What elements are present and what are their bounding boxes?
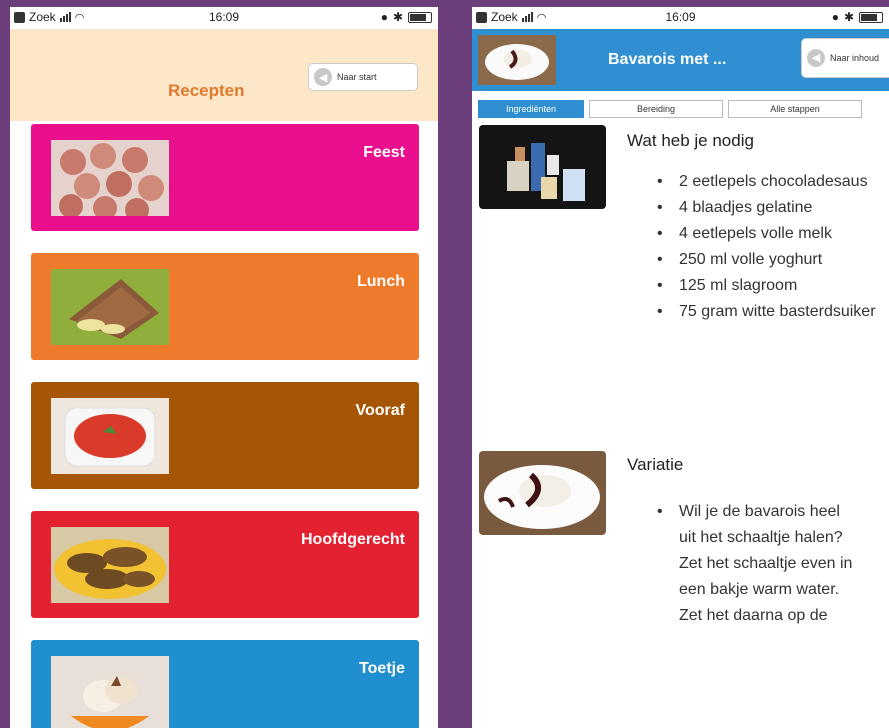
- bluetooth-icon: ✱: [843, 10, 854, 24]
- category-vooraf[interactable]: Vooraf: [31, 382, 419, 489]
- bluetooth-icon: ✱: [392, 10, 403, 24]
- recipes-screen: Zoek ◠ 16:09 ● ✱ Recepten ◀ Naar start F…: [10, 7, 438, 728]
- battery-icon: [408, 11, 432, 23]
- alarm-icon: ●: [831, 10, 839, 24]
- status-bar: Zoek ◠ 16:09 ● ✱: [472, 7, 889, 29]
- variation-list: Wil je de bavarois heel uit het schaaltj…: [657, 499, 857, 629]
- page-title: Recepten: [168, 81, 245, 100]
- variation-title: Variatie: [627, 455, 684, 474]
- recipe-thumbnail: [478, 35, 556, 85]
- tab-alle-stappen[interactable]: Alle stappen: [728, 100, 862, 118]
- category-lunch[interactable]: Lunch: [31, 253, 419, 360]
- list-item: 2 eetlepels chocoladesaus: [657, 169, 887, 195]
- list-item: 4 blaadjes gelatine: [657, 195, 887, 221]
- ingredients-title: Wat heb je nodig: [627, 131, 754, 150]
- list-item: Wil je de bavarois heel uit het schaaltj…: [657, 499, 857, 629]
- nav-bar: Bavarois met ... ◀ Naar inhoud: [472, 29, 889, 91]
- category-hoofdgerecht[interactable]: Hoofdgerecht: [31, 511, 419, 618]
- tab-ingredienten[interactable]: Ingrediënten: [478, 100, 584, 118]
- variation-image: [479, 451, 606, 535]
- list-item: 125 ml slagroom: [657, 273, 887, 299]
- list-item: 4 eetlepels volle melk: [657, 221, 887, 247]
- battery-icon: [859, 11, 883, 23]
- category-label: Vooraf: [355, 402, 405, 419]
- page-title: Bavarois met ...: [608, 51, 727, 68]
- naar-start-button[interactable]: ◀ Naar start: [308, 63, 418, 91]
- feest-image: [51, 140, 169, 216]
- category-toetje[interactable]: Toetje: [31, 640, 419, 728]
- naar-start-label: Naar start: [337, 72, 377, 82]
- back-arrow-icon: ◀: [807, 49, 825, 67]
- category-feest[interactable]: Feest: [31, 124, 419, 231]
- category-label: Hoofdgerecht: [301, 531, 405, 548]
- tab-bereiding[interactable]: Bereiding: [589, 100, 723, 118]
- naar-inhoud-button[interactable]: ◀ Naar inhoud: [801, 38, 889, 78]
- back-arrow-icon: ◀: [314, 68, 332, 86]
- hoofdgerecht-image: [51, 527, 169, 603]
- list-item: 75 gram witte basterdsuiker: [657, 299, 887, 325]
- vooraf-image: [51, 398, 169, 474]
- category-label: Lunch: [357, 273, 405, 290]
- naar-inhoud-label: Naar inhoud: [830, 53, 880, 63]
- clock: 16:09: [208, 10, 240, 24]
- list-item: 250 ml volle yoghurt: [657, 247, 887, 273]
- alarm-icon: ●: [380, 10, 388, 24]
- recipe-tabs: Ingrediënten Bereiding Alle stappen: [478, 100, 889, 118]
- category-label: Toetje: [359, 660, 405, 677]
- status-bar: Zoek ◠ 16:09 ● ✱: [10, 7, 438, 29]
- clock: 16:09: [665, 10, 696, 24]
- nav-bar: Recepten ◀ Naar start: [10, 29, 438, 121]
- recipe-detail-screen: Zoek ◠ 16:09 ● ✱ Bavarois met ... ◀ Naar…: [472, 7, 889, 728]
- ingredients-image: [479, 125, 606, 209]
- toetje-image: [51, 656, 169, 728]
- lunch-image: [51, 269, 169, 345]
- ingredients-list: 2 eetlepels chocoladesaus 4 blaadjes gel…: [657, 169, 887, 325]
- category-label: Feest: [363, 144, 405, 161]
